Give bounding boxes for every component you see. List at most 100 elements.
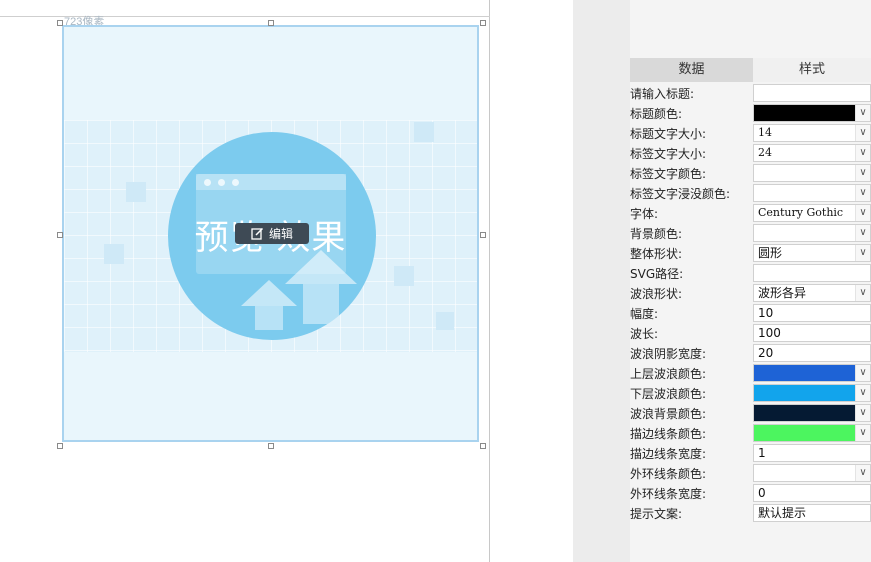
chevron-down-icon[interactable]: ∨ xyxy=(855,105,870,121)
liquid-fill-widget[interactable]: 预览 ​效果 编辑 xyxy=(62,25,479,442)
property-row: 外环线条宽度: 0 xyxy=(630,483,871,503)
property-row: 字体: Century Gothic ∨ xyxy=(630,203,871,223)
property-row: 波浪背景颜色: ∨ xyxy=(630,403,871,423)
color-swatch xyxy=(754,425,856,441)
color-picker[interactable]: ∨ xyxy=(753,104,871,122)
select-field[interactable]: ∨ xyxy=(753,184,871,202)
chevron-down-icon[interactable]: ∨ xyxy=(855,145,870,161)
property-row: 外环线条颜色: ∨ xyxy=(630,463,871,483)
property-label: 上层波浪颜色: xyxy=(630,367,707,381)
property-row: 标签文字浸没颜色: ∨ xyxy=(630,183,871,203)
property-row: 标签文字颜色: ∨ xyxy=(630,163,871,183)
properties-panel: 数据 样式 请输入标题: 标题颜色: ∨ 标题文字大小: 14 ∨ 标签文字大小: 24 ∨ 标签… xyxy=(630,0,871,562)
editor-stage: 723像素 xyxy=(0,0,871,562)
property-label: 标签文字颜色: xyxy=(630,167,707,181)
field-value: 100 xyxy=(758,326,781,340)
arrow-stem xyxy=(255,306,283,330)
property-label: 描边线条宽度: xyxy=(630,447,707,461)
chevron-down-icon[interactable]: ∨ xyxy=(855,165,870,181)
text-input[interactable] xyxy=(753,264,871,282)
chevron-down-icon[interactable]: ∨ xyxy=(855,125,870,141)
field-value: 24 xyxy=(758,146,772,159)
select-field[interactable]: 14 ∨ xyxy=(753,124,871,142)
color-picker[interactable]: ∨ xyxy=(753,424,871,442)
select-field[interactable]: Century Gothic ∨ xyxy=(753,204,871,222)
field-value: 20 xyxy=(758,346,774,360)
resize-handle-e[interactable] xyxy=(480,232,486,238)
window-dot xyxy=(232,179,239,186)
resize-handle-ne[interactable] xyxy=(480,20,486,26)
text-input[interactable]: 20 xyxy=(753,344,871,362)
resize-handle-s[interactable] xyxy=(268,443,274,449)
resize-handle-sw[interactable] xyxy=(57,443,63,449)
property-row: 幅度: 10 xyxy=(630,303,871,323)
property-label: 波浪阴影宽度: xyxy=(630,347,707,361)
tab-data[interactable]: 数据 xyxy=(630,58,753,82)
text-input[interactable] xyxy=(753,84,871,102)
property-row: SVG路径: xyxy=(630,263,871,283)
select-field[interactable]: ∨ xyxy=(753,164,871,182)
panel-tabs: 数据 样式 xyxy=(630,58,871,82)
chevron-down-icon[interactable]: ∨ xyxy=(855,245,870,261)
property-label: SVG路径: xyxy=(630,267,684,281)
property-label: 标题文字大小: xyxy=(630,127,707,141)
field-value: 0 xyxy=(758,486,766,500)
field-value: 10 xyxy=(758,306,774,320)
chevron-down-icon[interactable]: ∨ xyxy=(855,205,870,221)
edit-button[interactable]: 编辑 xyxy=(235,223,309,244)
select-field[interactable]: 24 ∨ xyxy=(753,144,871,162)
chevron-down-icon[interactable]: ∨ xyxy=(855,285,870,301)
decor-square xyxy=(394,266,414,286)
field-value: Century Gothic xyxy=(758,206,844,219)
panel-gutter xyxy=(573,0,630,562)
resize-handle-se[interactable] xyxy=(480,443,486,449)
text-input[interactable]: 10 xyxy=(753,304,871,322)
resize-handle-nw[interactable] xyxy=(57,20,63,26)
property-label: 波浪形状: xyxy=(630,287,683,301)
color-picker[interactable]: ∨ xyxy=(753,364,871,382)
chevron-down-icon[interactable]: ∨ xyxy=(855,425,870,441)
chevron-down-icon[interactable]: ∨ xyxy=(855,405,870,421)
property-row: 描边线条颜色: ∨ xyxy=(630,423,871,443)
resize-handle-n[interactable] xyxy=(268,20,274,26)
property-row: 波浪阴影宽度: 20 xyxy=(630,343,871,363)
chevron-down-icon[interactable]: ∨ xyxy=(855,225,870,241)
chevron-down-icon[interactable]: ∨ xyxy=(855,185,870,201)
property-row: 描边线条宽度: 1 xyxy=(630,443,871,463)
chevron-down-icon[interactable]: ∨ xyxy=(855,385,870,401)
resize-handle-w[interactable] xyxy=(57,232,63,238)
select-field[interactable]: 圆形 ∨ xyxy=(753,244,871,262)
property-row: 上层波浪颜色: ∨ xyxy=(630,363,871,383)
edit-button-label: 编辑 xyxy=(268,227,293,241)
color-swatch xyxy=(754,405,856,421)
property-label: 标题颜色: xyxy=(630,107,683,121)
property-row: 波浪形状: 波形各异 ∨ xyxy=(630,283,871,303)
field-value: 波形各异 xyxy=(758,286,807,300)
text-input[interactable]: 1 xyxy=(753,444,871,462)
arrow-stem xyxy=(303,284,339,324)
property-row: 标题文字大小: 14 ∨ xyxy=(630,123,871,143)
text-input[interactable]: 100 xyxy=(753,324,871,342)
property-label: 下层波浪颜色: xyxy=(630,387,707,401)
color-picker[interactable]: ∨ xyxy=(753,404,871,422)
select-field[interactable]: ∨ xyxy=(753,464,871,482)
decor-square xyxy=(126,182,146,202)
property-label: 请输入标题: xyxy=(630,87,695,101)
field-value: 默认提示 xyxy=(758,506,807,520)
color-picker[interactable]: ∨ xyxy=(753,384,871,402)
property-label: 字体: xyxy=(630,207,659,221)
select-field[interactable]: ∨ xyxy=(753,224,871,242)
tab-style[interactable]: 样式 xyxy=(753,58,871,82)
select-field[interactable]: 波形各异 ∨ xyxy=(753,284,871,302)
design-canvas[interactable]: 723像素 xyxy=(0,0,490,562)
chevron-down-icon[interactable]: ∨ xyxy=(855,465,870,481)
property-label: 标签文字浸没颜色: xyxy=(630,187,731,201)
property-label: 幅度: xyxy=(630,307,659,321)
text-input[interactable]: 0 xyxy=(753,484,871,502)
chevron-down-icon[interactable]: ∨ xyxy=(855,365,870,381)
property-label: 整体形状: xyxy=(630,247,683,261)
property-label: 波浪背景颜色: xyxy=(630,407,707,421)
field-value: 1 xyxy=(758,446,766,460)
property-label: 背景颜色: xyxy=(630,227,683,241)
text-input[interactable]: 默认提示 xyxy=(753,504,871,522)
